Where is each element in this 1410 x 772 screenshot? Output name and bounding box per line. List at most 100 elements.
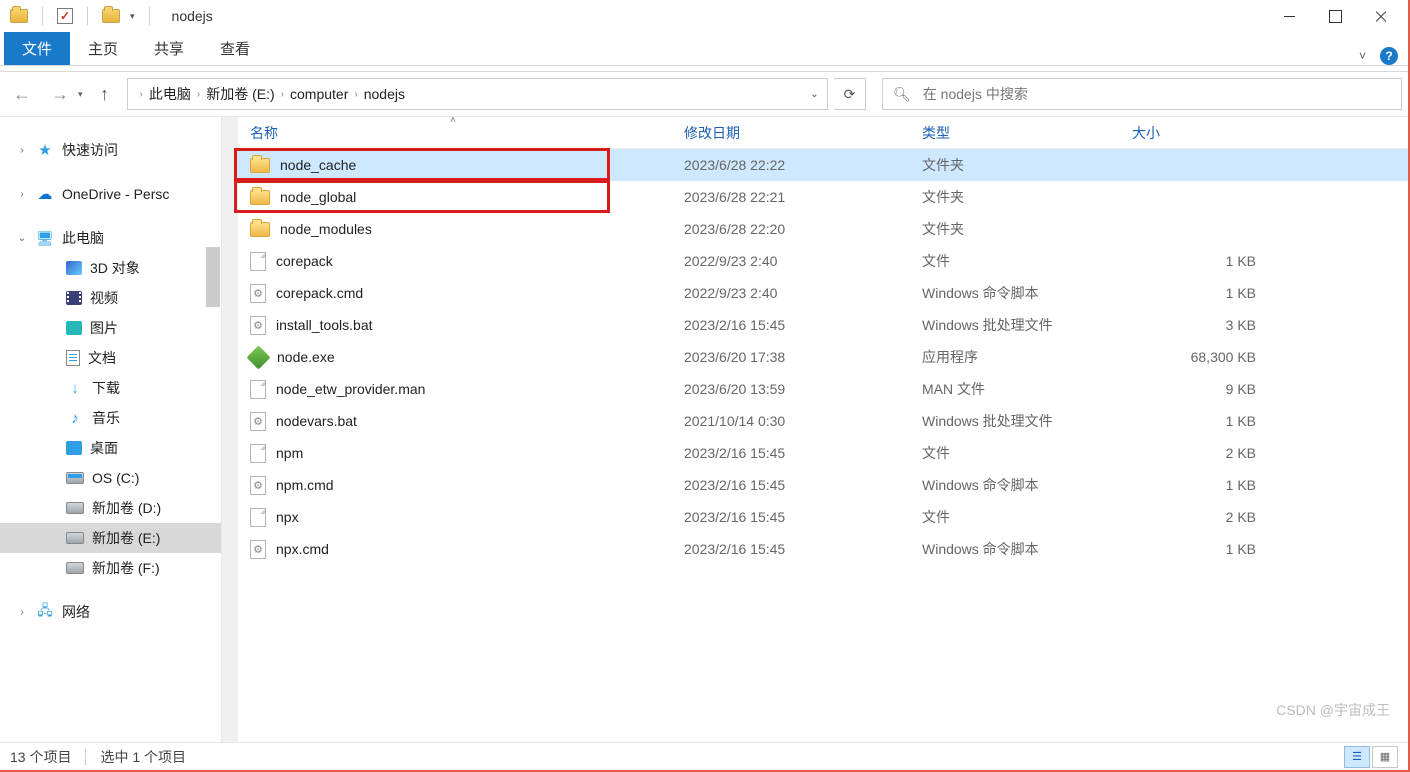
nav-label: 图片 bbox=[90, 318, 118, 338]
folder-icon bbox=[250, 158, 270, 173]
file-rows: node_cache2023/6/28 22:22文件夹 node_global 2… bbox=[222, 149, 1408, 565]
nav-item[interactable]: ⌄🖥此电脑 bbox=[0, 223, 221, 253]
expand-icon[interactable]: › bbox=[16, 189, 28, 200]
chevron-right-icon[interactable]: › bbox=[195, 89, 202, 100]
breadcrumb[interactable]: 此电脑 bbox=[145, 84, 195, 104]
nav-item[interactable]: ›★快速访问 bbox=[0, 135, 221, 165]
column-type[interactable]: 类型 bbox=[922, 123, 1132, 143]
qat-properties-icon[interactable]: ✓ bbox=[57, 8, 73, 24]
breadcrumb[interactable]: computer bbox=[286, 86, 352, 102]
tab-view[interactable]: 查看 bbox=[202, 32, 268, 65]
quick-access-toolbar: ✓ ▾ bbox=[4, 7, 160, 25]
nav-item[interactable]: ›🖧网络 bbox=[0, 597, 221, 627]
tab-share[interactable]: 共享 bbox=[136, 32, 202, 65]
file-row[interactable]: node.exe2023/6/20 17:38应用程序68,300 KB bbox=[234, 341, 1408, 373]
file-row[interactable]: ⚙corepack.cmd2022/9/23 2:40Windows 命令脚本1… bbox=[234, 277, 1408, 309]
file-type: 应用程序 bbox=[922, 347, 1132, 367]
up-button[interactable]: ↑ bbox=[89, 78, 121, 110]
folder-icon bbox=[250, 222, 270, 237]
file-type: 文件夹 bbox=[922, 155, 1132, 175]
column-date[interactable]: 修改日期 bbox=[684, 123, 922, 143]
view-details-button[interactable]: ☰ bbox=[1344, 746, 1370, 768]
file-list: 名称 ˄ 修改日期 类型 大小 node_cache2023/6/28 22:2… bbox=[222, 117, 1408, 742]
minimize-button[interactable] bbox=[1266, 0, 1312, 32]
file-row[interactable]: node_etw_provider.man2023/6/20 13:59MAN … bbox=[234, 373, 1408, 405]
expand-icon[interactable]: ⌄ bbox=[16, 233, 28, 244]
column-name[interactable]: 名称 ˄ bbox=[250, 123, 684, 143]
search-placeholder: 在 nodejs 中搜索 bbox=[923, 84, 1028, 104]
tab-file[interactable]: 文件 bbox=[4, 32, 70, 65]
sort-indicator-icon: ˄ bbox=[450, 115, 456, 126]
file-row[interactable]: corepack2022/9/23 2:40文件1 KB bbox=[234, 245, 1408, 277]
script-icon: ⚙ bbox=[250, 316, 266, 335]
script-icon: ⚙ bbox=[250, 284, 266, 303]
nav-item[interactable]: 桌面 bbox=[0, 433, 221, 463]
nav-item[interactable]: ♪音乐 bbox=[0, 403, 221, 433]
file-row[interactable]: npm2023/2/16 15:45文件2 KB bbox=[234, 437, 1408, 469]
file-row[interactable]: node_global2023/6/28 22:21文件夹 bbox=[234, 181, 1408, 213]
exe-icon bbox=[246, 345, 270, 369]
title-bar: ✓ ▾ nodejs bbox=[0, 0, 1408, 32]
tab-home[interactable]: 主页 bbox=[70, 32, 136, 65]
file-name: node_etw_provider.man bbox=[276, 381, 425, 397]
view-icons-button[interactable]: ▦ bbox=[1372, 746, 1398, 768]
help-icon[interactable]: ? bbox=[1380, 47, 1398, 65]
file-icon bbox=[250, 444, 266, 463]
chevron-right-icon[interactable]: › bbox=[138, 89, 145, 100]
back-button[interactable]: ← bbox=[6, 78, 38, 110]
nav-item[interactable]: 新加卷 (E:) bbox=[0, 523, 221, 553]
file-name: corepack.cmd bbox=[276, 285, 363, 301]
maximize-button[interactable] bbox=[1312, 0, 1358, 32]
forward-button[interactable]: → bbox=[44, 78, 76, 110]
nav-item[interactable]: 新加卷 (F:) bbox=[0, 553, 221, 583]
nav-item[interactable]: ›☁OneDrive - Persc bbox=[0, 179, 221, 209]
nav-item[interactable]: 新加卷 (D:) bbox=[0, 493, 221, 523]
file-row[interactable]: node_modules2023/6/28 22:20文件夹 bbox=[234, 213, 1408, 245]
close-button[interactable] bbox=[1358, 0, 1404, 32]
scrollbar-thumb[interactable] bbox=[206, 247, 220, 307]
file-row[interactable]: ⚙npx.cmd2023/2/16 15:45Windows 命令脚本1 KB bbox=[234, 533, 1408, 565]
address-dropdown-icon[interactable]: ⌄ bbox=[803, 89, 825, 100]
file-row[interactable]: ⚙npm.cmd2023/2/16 15:45Windows 命令脚本1 KB bbox=[234, 469, 1408, 501]
file-row[interactable]: ⚙install_tools.bat2023/2/16 15:45Windows… bbox=[234, 309, 1408, 341]
chevron-right-icon[interactable]: › bbox=[352, 89, 359, 100]
column-size[interactable]: 大小 bbox=[1132, 123, 1262, 143]
nav-item[interactable]: OS (C:) bbox=[0, 463, 221, 493]
file-date: 2023/6/28 22:21 bbox=[684, 189, 922, 205]
expand-icon[interactable]: › bbox=[16, 607, 28, 618]
nav-label: OneDrive - Persc bbox=[62, 186, 169, 202]
nav-item[interactable]: 图片 bbox=[0, 313, 221, 343]
file-date: 2023/2/16 15:45 bbox=[684, 477, 922, 493]
ribbon-collapse-icon[interactable]: ˅ bbox=[1359, 49, 1366, 63]
chevron-right-icon[interactable]: › bbox=[279, 89, 286, 100]
file-row[interactable]: node_cache2023/6/28 22:22文件夹 bbox=[234, 149, 1408, 181]
nav-item[interactable]: ↓下载 bbox=[0, 373, 221, 403]
file-date: 2023/6/28 22:20 bbox=[684, 221, 922, 237]
file-row[interactable]: npx2023/2/16 15:45文件2 KB bbox=[234, 501, 1408, 533]
window-controls bbox=[1266, 0, 1404, 32]
file-row[interactable]: ⚙nodevars.bat2021/10/14 0:30Windows 批处理文… bbox=[234, 405, 1408, 437]
expand-icon[interactable]: › bbox=[16, 145, 28, 156]
status-count: 13 个项目 bbox=[10, 747, 71, 767]
search-input[interactable]: 🔍︎ 在 nodejs 中搜索 bbox=[882, 78, 1402, 110]
file-size: 68,300 KB bbox=[1132, 349, 1262, 365]
nav-item[interactable]: 视频 bbox=[0, 283, 221, 313]
file-name: node_cache bbox=[280, 157, 356, 173]
file-name: nodevars.bat bbox=[276, 413, 357, 429]
status-selection: 选中 1 个项目 bbox=[100, 747, 186, 767]
nav-item[interactable]: 3D 对象 bbox=[0, 253, 221, 283]
file-name: node_global bbox=[280, 189, 356, 205]
column-headers: 名称 ˄ 修改日期 类型 大小 bbox=[222, 117, 1408, 149]
address-bar[interactable]: › 此电脑 › 新加卷 (E:) › computer › nodejs ⌄ bbox=[127, 78, 828, 110]
file-date: 2023/6/20 13:59 bbox=[684, 381, 922, 397]
folder-icon[interactable] bbox=[102, 9, 120, 23]
script-icon: ⚙ bbox=[250, 476, 266, 495]
history-dropdown-icon[interactable]: ▾ bbox=[78, 89, 83, 100]
qat-dropdown-icon[interactable]: ▾ bbox=[130, 11, 135, 22]
nav-item[interactable]: 文档 bbox=[0, 343, 221, 373]
breadcrumb[interactable]: 新加卷 (E:) bbox=[202, 84, 278, 104]
nav-label: 3D 对象 bbox=[90, 258, 140, 278]
refresh-button[interactable]: ⟳ bbox=[834, 78, 866, 110]
breadcrumb[interactable]: nodejs bbox=[360, 86, 409, 102]
nav-label: 此电脑 bbox=[62, 228, 104, 248]
